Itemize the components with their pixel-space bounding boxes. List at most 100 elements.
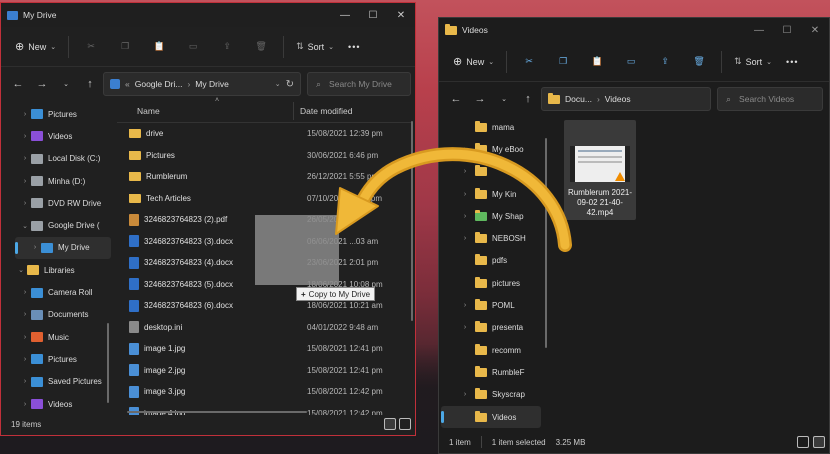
new-button[interactable]: ⊕ New ⌄	[447, 49, 500, 75]
expand-chevron-icon[interactable]: ›	[29, 244, 41, 251]
sidebar-item-videos[interactable]: › Videos	[15, 393, 111, 415]
nav-scrollbar[interactable]	[545, 138, 547, 348]
sidebar-item-videos[interactable]: Videos	[441, 405, 541, 428]
sidebar-item-saved-pictures[interactable]: › Saved Pictures	[15, 371, 111, 393]
copy-icon[interactable]: ❐	[547, 49, 579, 75]
expand-chevron-icon[interactable]: ›	[19, 334, 31, 341]
chevron-down-icon[interactable]: ⌄	[275, 80, 281, 88]
expand-chevron-icon[interactable]: ›	[19, 401, 31, 408]
expand-chevron-icon[interactable]: ›	[19, 311, 31, 318]
breadcrumb-google-drive[interactable]: Google Dri...	[135, 79, 183, 89]
breadcrumb-videos[interactable]: Videos	[605, 94, 631, 104]
more-options-button[interactable]: •••	[780, 49, 804, 75]
close-button[interactable]: ✕	[387, 3, 415, 27]
breadcrumb-documents[interactable]: Docu...	[565, 94, 592, 104]
minimize-button[interactable]: —	[331, 3, 359, 27]
address-bar[interactable]: « Google Dri... › My Drive ⌄ ↻	[103, 72, 301, 96]
sidebar-item-skyscrap[interactable]: › Skyscrap	[464, 384, 541, 406]
up-arrow-icon[interactable]: ↑	[79, 73, 101, 95]
sidebar-item-poml[interactable]: › POML	[464, 294, 541, 316]
breadcrumb-my-drive[interactable]: My Drive	[195, 79, 229, 89]
tiles-view-icon[interactable]	[399, 418, 411, 430]
rename-icon[interactable]: ▭	[615, 49, 647, 75]
expand-chevron-icon[interactable]: ›	[459, 213, 471, 220]
cut-icon[interactable]: ✂	[513, 49, 545, 75]
expand-chevron-icon[interactable]: ›	[19, 200, 31, 207]
chevron-down-icon[interactable]: ⌄	[493, 88, 515, 110]
file-list-scrollbar[interactable]	[411, 121, 413, 321]
search-box[interactable]: ⌕ Search My Drive	[307, 72, 411, 96]
sidebar-item-minha-d[interactable]: › Minha (D:)	[15, 170, 111, 192]
tiles-view-icon[interactable]	[813, 436, 825, 448]
share-icon[interactable]: ⇪	[649, 49, 681, 75]
expand-chevron-icon[interactable]: ›	[19, 378, 31, 385]
details-view-icon[interactable]	[797, 436, 809, 448]
file-row[interactable]: drive 15/08/2021 12:39 pm	[117, 123, 413, 145]
sidebar-item-videos[interactable]: › Videos	[15, 125, 111, 147]
sidebar-item-camera-roll[interactable]: › Camera Roll	[15, 281, 111, 303]
up-arrow-icon[interactable]: ↑	[517, 88, 539, 110]
expand-chevron-icon[interactable]: ›	[459, 168, 471, 175]
sidebar-item-pictures[interactable]: pictures	[475, 272, 541, 294]
rename-icon[interactable]: ▭	[177, 34, 209, 60]
forward-arrow-icon[interactable]: →	[31, 73, 53, 95]
expand-chevron-icon[interactable]: ›	[459, 324, 471, 331]
chevron-down-icon[interactable]: ⌄	[55, 73, 77, 95]
sidebar-item-pdfs[interactable]: pdfs	[475, 250, 541, 272]
title-bar[interactable]: My Drive — ☐ ✕	[1, 3, 415, 27]
sidebar-item-blank[interactable]: ›	[464, 161, 541, 183]
paste-icon[interactable]: 📋	[143, 34, 175, 60]
sidebar-item-mama[interactable]: mama	[475, 116, 541, 138]
cut-icon[interactable]: ✂	[75, 34, 107, 60]
expand-chevron-icon[interactable]: ›	[19, 356, 31, 363]
sidebar-item-libraries[interactable]: ⌄ Libraries	[15, 259, 111, 281]
copy-icon[interactable]: ❐	[109, 34, 141, 60]
expand-chevron-icon[interactable]: ⌄	[15, 266, 27, 274]
expand-chevron-icon[interactable]: ›	[459, 191, 471, 198]
paste-icon[interactable]: 📋	[581, 49, 613, 75]
forward-arrow-icon[interactable]: →	[469, 88, 491, 110]
address-bar[interactable]: Docu... › Videos	[541, 87, 711, 111]
expand-chevron-icon[interactable]: ›	[459, 146, 471, 153]
sidebar-item-my-eboo[interactable]: › My eBoo	[464, 138, 541, 160]
details-view-icon[interactable]	[384, 418, 396, 430]
expand-chevron-icon[interactable]: ›	[19, 178, 31, 185]
title-bar[interactable]: Videos — ☐ ✕	[439, 18, 829, 42]
more-options-button[interactable]: •••	[342, 34, 366, 60]
minimize-button[interactable]: —	[745, 18, 773, 42]
expand-chevron-icon[interactable]: ⌄	[19, 222, 31, 230]
back-arrow-icon[interactable]: ←	[7, 73, 29, 95]
sidebar-item-my-shap[interactable]: › My Shap	[464, 205, 541, 227]
nav-scrollbar[interactable]	[107, 323, 109, 403]
sidebar-item-music[interactable]: › Music	[15, 326, 111, 348]
maximize-button[interactable]: ☐	[773, 18, 801, 42]
maximize-button[interactable]: ☐	[359, 3, 387, 27]
sidebar-item-google-drive[interactable]: ⌄ Google Drive (	[15, 214, 111, 236]
refresh-icon[interactable]: ↻	[286, 79, 294, 90]
expand-chevron-icon[interactable]: ›	[19, 155, 31, 162]
file-row[interactable]: Rumblerum 26/12/2021 5:55 pm	[117, 166, 413, 188]
file-row[interactable]: desktop.ini 04/01/2022 9:48 am	[117, 317, 413, 339]
sidebar-item-presenta[interactable]: › presenta	[464, 317, 541, 339]
file-row[interactable]: image 1.jpg 15/08/2021 12:41 pm	[117, 338, 413, 360]
delete-icon[interactable]: 🗑	[245, 34, 277, 60]
sidebar-item-pictures[interactable]: › Pictures	[15, 348, 111, 370]
video-file-tile[interactable]: Rumblerum 2021-09-02 21-40-42.mp4	[564, 120, 636, 220]
date-modified-column-header[interactable]: Date modified	[294, 106, 352, 116]
search-input[interactable]: Search Videos	[739, 94, 794, 104]
sidebar-item-documents[interactable]: › Documents	[15, 304, 111, 326]
file-row[interactable]: Pictures 30/06/2021 6:46 pm	[117, 145, 413, 167]
file-row[interactable]: image 3.jpg 15/08/2021 12:42 pm	[117, 381, 413, 403]
expand-chevron-icon[interactable]: ›	[19, 111, 31, 118]
name-column-header[interactable]: Name	[117, 106, 293, 116]
back-arrow-icon[interactable]: ←	[445, 88, 467, 110]
sidebar-item-local-disk-c[interactable]: › Local Disk (C:)	[15, 148, 111, 170]
sidebar-item-rumblef[interactable]: RumbleF	[475, 361, 541, 383]
file-row[interactable]: image 2.jpg 15/08/2021 12:41 pm	[117, 360, 413, 382]
sort-button[interactable]: ⇅ Sort ⌄	[290, 34, 340, 60]
sort-button[interactable]: ⇅ Sort ⌄	[728, 49, 778, 75]
sidebar-item-nebosh[interactable]: › NEBOSH	[464, 227, 541, 249]
expand-chevron-icon[interactable]: ›	[19, 289, 31, 296]
search-input[interactable]: Search My Drive	[329, 79, 392, 89]
sidebar-item-pictures[interactable]: › Pictures	[15, 103, 111, 125]
